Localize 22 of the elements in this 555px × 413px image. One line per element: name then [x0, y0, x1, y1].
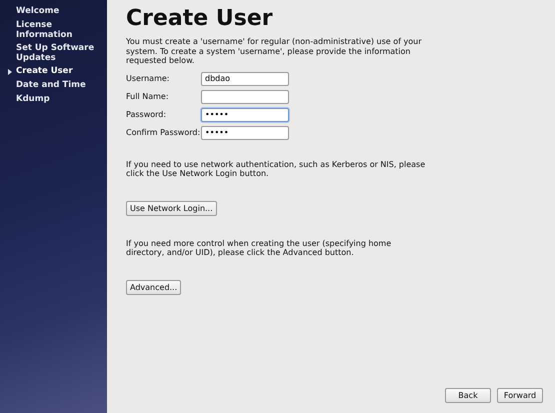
- sidebar-item: License Information: [16, 20, 74, 40]
- advanced-text: If you need more control when creating the user (specifying home directory, and/or UID), please click the Advanced button.: [126, 238, 392, 258]
- sidebar-item: Set Up Software Updates: [16, 43, 96, 63]
- sidebar-item: Welcome: [16, 6, 60, 16]
- network-text: If you need to use network authentication, such as Kerberos or NIS, please click the Use Network Login button.: [126, 160, 426, 178]
- field-label: Username:: [126, 74, 170, 83]
- sidebar-item: Kdump: [16, 94, 50, 104]
- nav-button[interactable]: Forward: [497, 388, 543, 403]
- sidebar-item: Date and Time: [16, 80, 86, 90]
- input-field[interactable]: •••••: [201, 126, 289, 140]
- sidebar-item: Create User: [16, 66, 73, 76]
- input-field[interactable]: [201, 90, 289, 104]
- field-label: Confirm Password:: [126, 128, 201, 137]
- input-field[interactable]: dbdao: [201, 72, 289, 86]
- field-label: Password:: [126, 110, 168, 119]
- intro-text: You must create a 'username' for regular (non-administrative) use of your system. To create a system 'username', please provide the information requested below.: [126, 37, 422, 66]
- network-login-button[interactable]: Use Network Login...: [126, 200, 217, 216]
- nav-button[interactable]: Back: [445, 388, 491, 403]
- page-title: Create User: [126, 6, 273, 31]
- field-label: Full Name:: [126, 92, 170, 101]
- advanced-button[interactable]: Advanced...: [126, 280, 182, 294]
- input-field[interactable]: •••••: [201, 108, 289, 122]
